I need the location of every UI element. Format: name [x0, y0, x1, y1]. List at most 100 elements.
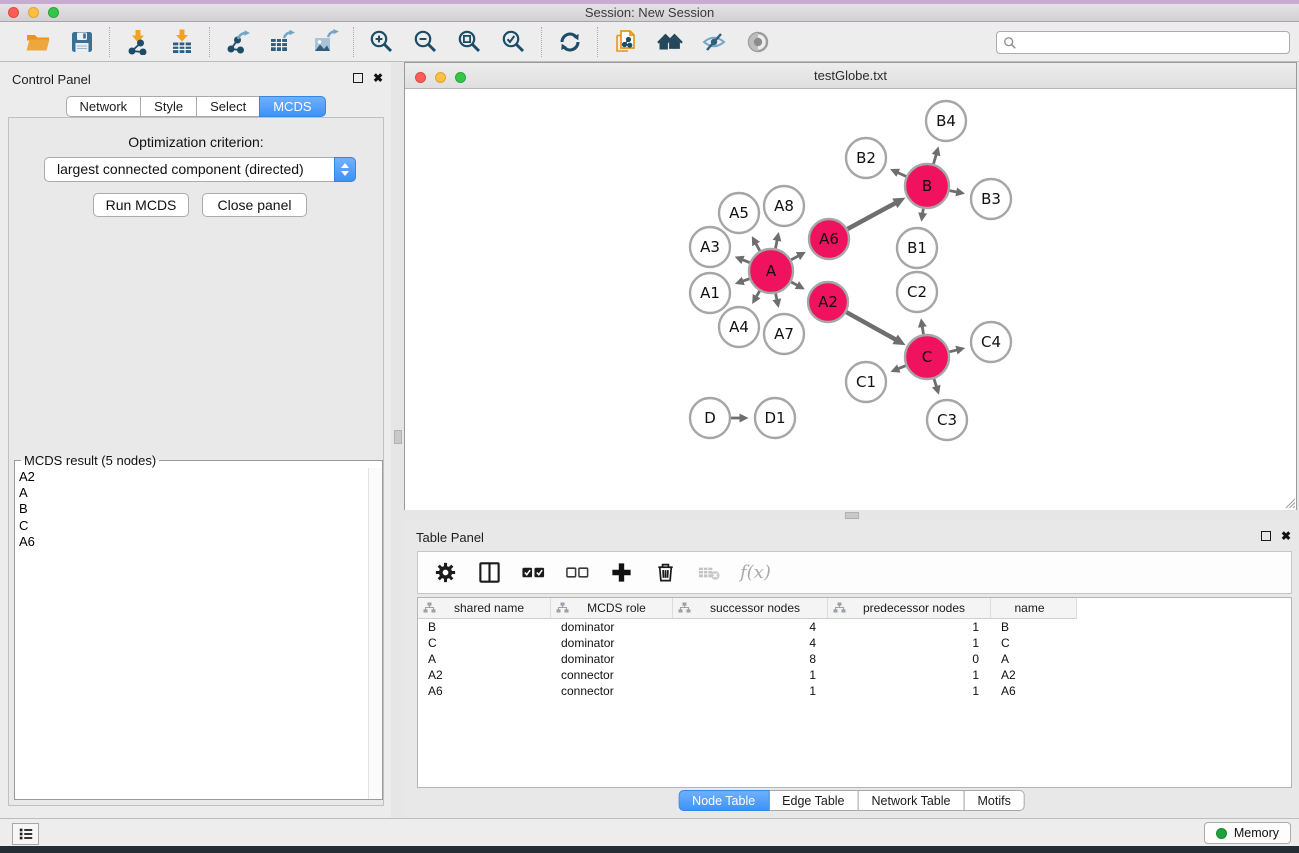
table-cell[interactable]: dominator	[551, 619, 673, 635]
graph-node-A6[interactable]: A6	[809, 219, 849, 259]
tab-node-table[interactable]: Node Table	[678, 790, 769, 811]
table-cell[interactable]: 1	[673, 683, 828, 699]
graph-node-D[interactable]: D	[690, 398, 730, 438]
float-panel-icon[interactable]	[353, 73, 363, 83]
duplicate-network-button[interactable]	[612, 28, 639, 55]
run-mcds-button[interactable]: Run MCDS	[93, 193, 189, 217]
tab-motifs[interactable]: Motifs	[963, 790, 1024, 811]
zoom-out-button[interactable]	[412, 28, 439, 55]
save-session-button[interactable]	[68, 28, 95, 55]
graph-node-B3[interactable]: B3	[971, 179, 1011, 219]
function-builder-button[interactable]: f(x)	[740, 562, 771, 583]
show-panels-button[interactable]	[12, 823, 39, 845]
table-cell[interactable]: 1	[828, 683, 991, 699]
graph-node-A3[interactable]: A3	[690, 227, 730, 267]
graph-node-A2[interactable]: A2	[808, 282, 848, 322]
show-details-button[interactable]	[744, 28, 771, 55]
table-cell[interactable]: 8	[673, 651, 828, 667]
zoom-fit-button[interactable]	[456, 28, 483, 55]
show-columns-button[interactable]	[476, 559, 503, 586]
table-cell[interactable]: A	[418, 651, 551, 667]
tab-edge-table[interactable]: Edge Table	[768, 790, 858, 811]
graph-node-A5[interactable]: A5	[719, 193, 759, 233]
table-cell[interactable]: connector	[551, 683, 673, 699]
close-panel-button[interactable]: Close panel	[202, 193, 307, 217]
delete-table-button[interactable]	[696, 559, 723, 586]
hide-details-button[interactable]	[700, 28, 727, 55]
import-network-button[interactable]	[124, 28, 151, 55]
table-row[interactable]: Adominator80A	[418, 651, 1291, 667]
network-canvas[interactable]: B4B2BB3A5A8A6B1A3AA1C2A2A4A7C4CC1C3DD1	[405, 89, 1296, 510]
table-cell[interactable]: A6	[418, 683, 551, 699]
graph-node-C[interactable]: C	[905, 335, 949, 379]
tab-mcds[interactable]: MCDS	[259, 96, 325, 117]
delete-column-button[interactable]	[652, 559, 679, 586]
result-scrollbar[interactable]	[368, 468, 382, 799]
deselect-all-columns-button[interactable]	[564, 559, 591, 586]
network-minimize-button[interactable]	[435, 72, 446, 83]
graph-node-A4[interactable]: A4	[719, 307, 759, 347]
network-close-button[interactable]	[415, 72, 426, 83]
table-cell[interactable]: A6	[991, 683, 1077, 699]
open-session-button[interactable]	[24, 28, 51, 55]
table-cell[interactable]: B	[418, 619, 551, 635]
dropdown-stepper-icon[interactable]	[334, 157, 356, 182]
graph-node-C4[interactable]: C4	[971, 322, 1011, 362]
table-cell[interactable]: dominator	[551, 651, 673, 667]
table-row[interactable]: A6connector11A6	[418, 683, 1291, 699]
column-header-name[interactable]: name	[991, 598, 1077, 619]
table-cell[interactable]: dominator	[551, 635, 673, 651]
tab-select[interactable]: Select	[196, 96, 260, 117]
table-cell[interactable]: 1	[828, 619, 991, 635]
export-network-button[interactable]	[224, 28, 251, 55]
graph-node-B[interactable]: B	[905, 164, 949, 208]
tab-network-table[interactable]: Network Table	[858, 790, 965, 811]
vertical-split-handle[interactable]	[394, 430, 402, 444]
table-row[interactable]: Cdominator41C	[418, 635, 1291, 651]
table-cell[interactable]: B	[991, 619, 1077, 635]
search-field[interactable]	[996, 31, 1290, 54]
zoom-selected-button[interactable]	[500, 28, 527, 55]
criterion-dropdown[interactable]: largest connected component (directed)	[44, 157, 356, 182]
table-cell[interactable]: 1	[828, 667, 991, 683]
column-header-successor-nodes[interactable]: successor nodes	[673, 598, 828, 619]
graph-node-B4[interactable]: B4	[926, 101, 966, 141]
table-cell[interactable]: 4	[673, 619, 828, 635]
tab-network[interactable]: Network	[65, 96, 141, 117]
table-cell[interactable]: A2	[991, 667, 1077, 683]
tab-style[interactable]: Style	[140, 96, 197, 117]
table-cell[interactable]: C	[418, 635, 551, 651]
table-cell[interactable]: 4	[673, 635, 828, 651]
export-image-button[interactable]	[312, 28, 339, 55]
graph-node-A8[interactable]: A8	[764, 186, 804, 226]
graph-node-A1[interactable]: A1	[690, 273, 730, 313]
graph-node-C1[interactable]: C1	[846, 362, 886, 402]
table-cell[interactable]: A	[991, 651, 1077, 667]
table-cell[interactable]: A2	[418, 667, 551, 683]
select-all-columns-button[interactable]	[520, 559, 547, 586]
network-zoom-button[interactable]	[455, 72, 466, 83]
table-row[interactable]: A2connector11A2	[418, 667, 1291, 683]
column-header-shared-name[interactable]: shared name	[418, 598, 551, 619]
table-row[interactable]: Bdominator41B	[418, 619, 1291, 635]
add-column-button[interactable]	[608, 559, 635, 586]
table-cell[interactable]: 0	[828, 651, 991, 667]
zoom-in-button[interactable]	[368, 28, 395, 55]
table-settings-button[interactable]	[432, 559, 459, 586]
close-table-panel-icon[interactable]	[1281, 531, 1291, 541]
graph-node-B1[interactable]: B1	[897, 228, 937, 268]
column-header-MCDS-role[interactable]: MCDS role	[551, 598, 673, 619]
import-table-button[interactable]	[168, 28, 195, 55]
column-header-predecessor-nodes[interactable]: predecessor nodes	[828, 598, 991, 619]
graph-node-A7[interactable]: A7	[764, 314, 804, 354]
graph-node-C3[interactable]: C3	[927, 400, 967, 440]
search-input[interactable]	[1017, 33, 1289, 52]
float-table-panel-icon[interactable]	[1261, 531, 1271, 541]
graph-node-B2[interactable]: B2	[846, 138, 886, 178]
table-cell[interactable]: 1	[673, 667, 828, 683]
home-button[interactable]	[656, 28, 683, 55]
close-panel-icon[interactable]	[373, 73, 383, 83]
horizontal-split-handle[interactable]	[845, 512, 859, 519]
table-cell[interactable]: C	[991, 635, 1077, 651]
export-table-button[interactable]	[268, 28, 295, 55]
